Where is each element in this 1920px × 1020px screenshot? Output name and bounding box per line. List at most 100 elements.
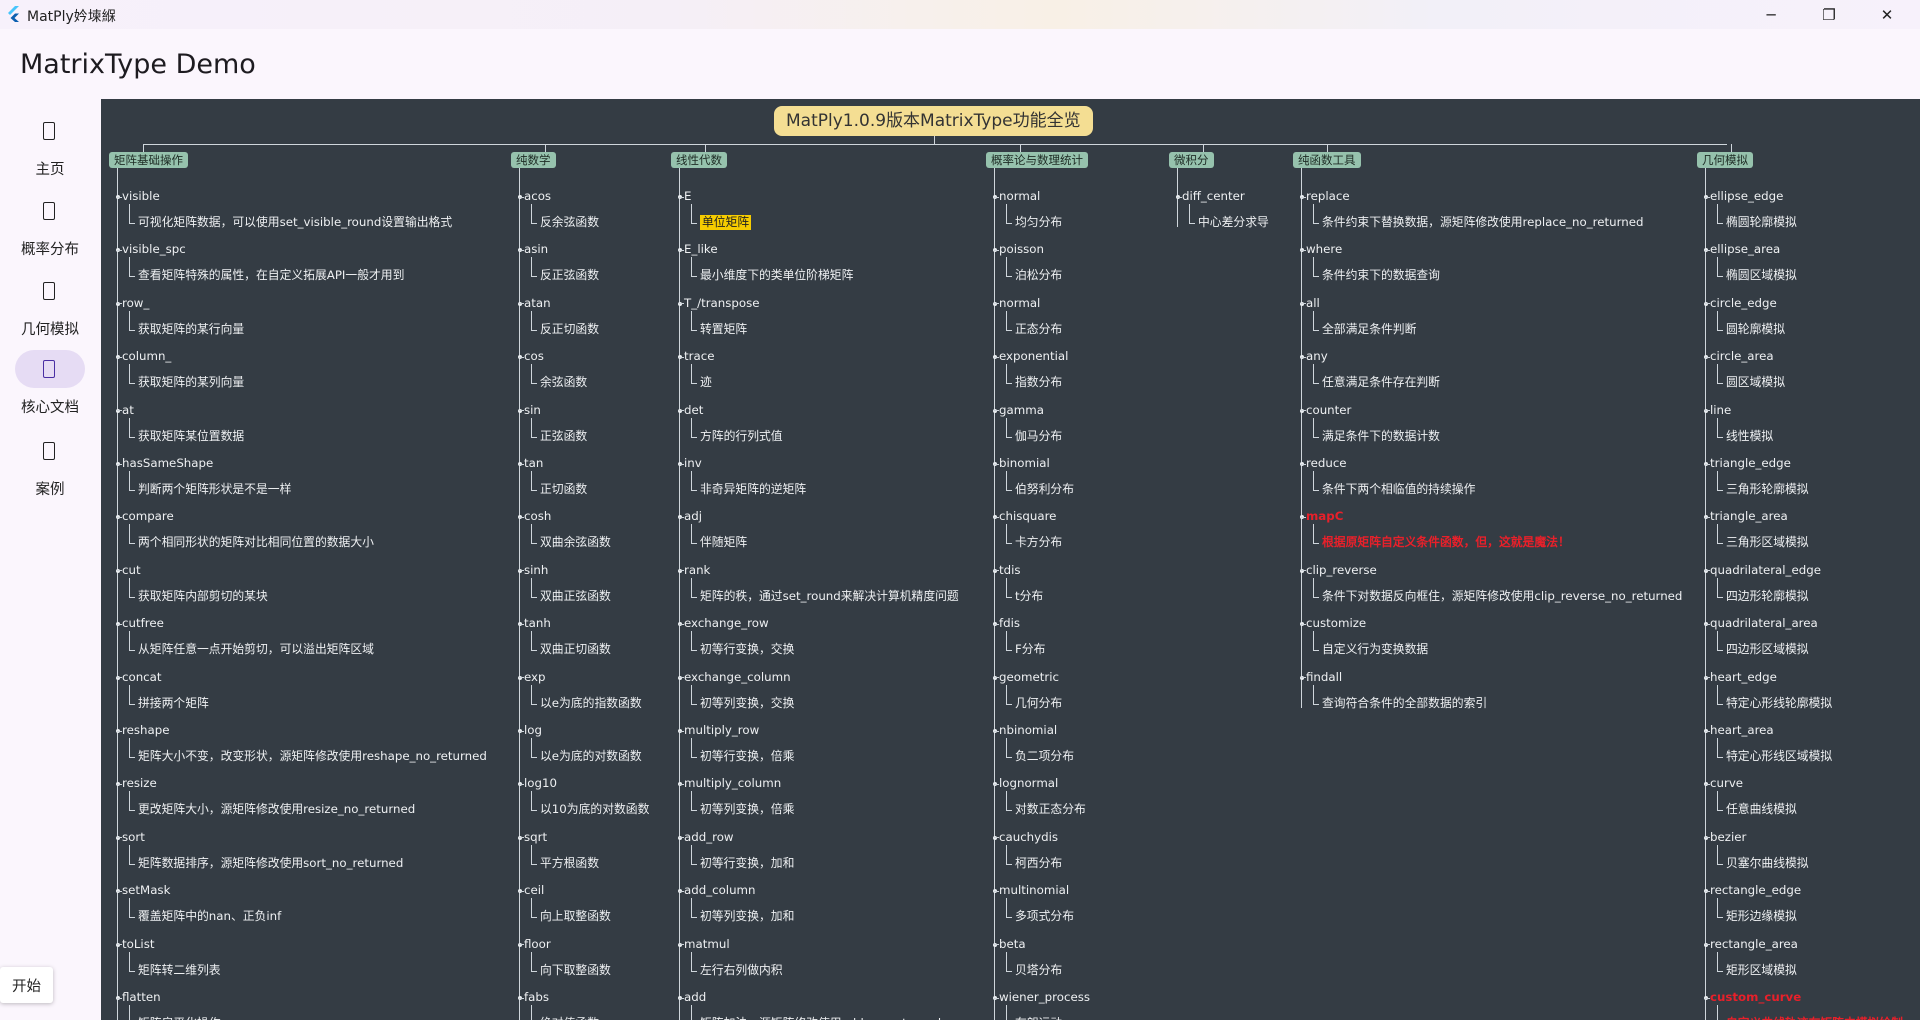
- function-node[interactable]: resize: [122, 776, 157, 791]
- function-node[interactable]: chisquare: [999, 509, 1056, 524]
- function-node[interactable]: custom_curve: [1710, 990, 1801, 1005]
- function-node[interactable]: heart_edge: [1710, 670, 1777, 685]
- minimize-icon[interactable]: ─: [1742, 0, 1800, 29]
- function-node[interactable]: cosh: [524, 509, 551, 524]
- nav-item-core-docs[interactable]: 核心文档: [0, 350, 100, 422]
- function-node[interactable]: acos: [524, 189, 551, 204]
- category-node[interactable]: 概率论与数理统计: [986, 152, 1088, 168]
- function-node[interactable]: ellipse_edge: [1710, 189, 1783, 204]
- function-node[interactable]: exchange_row: [684, 616, 769, 631]
- function-node[interactable]: tanh: [524, 616, 551, 631]
- function-node[interactable]: at: [122, 403, 134, 418]
- function-node[interactable]: inv: [684, 456, 702, 471]
- function-node[interactable]: hasSameShape: [122, 456, 213, 471]
- function-node[interactable]: cutfree: [122, 616, 164, 631]
- function-node[interactable]: ceil: [524, 883, 544, 898]
- function-node[interactable]: cut: [122, 563, 141, 578]
- function-node[interactable]: column_: [122, 349, 171, 364]
- function-node[interactable]: exp: [524, 670, 546, 685]
- function-node[interactable]: diff_center: [1182, 189, 1245, 204]
- restore-icon[interactable]: ❐: [1800, 0, 1858, 29]
- function-node[interactable]: findall: [1306, 670, 1342, 685]
- function-node[interactable]: log: [524, 723, 542, 738]
- function-node[interactable]: reshape: [122, 723, 169, 738]
- function-node[interactable]: asin: [524, 242, 548, 257]
- function-node[interactable]: triangle_area: [1710, 509, 1788, 524]
- function-node[interactable]: adj: [684, 509, 702, 524]
- function-node[interactable]: multiply_row: [684, 723, 759, 738]
- category-node[interactable]: 矩阵基础操作: [109, 152, 188, 168]
- function-node[interactable]: lognormal: [999, 776, 1058, 791]
- category-node[interactable]: 纯函数工具: [1293, 152, 1361, 168]
- mindmap-canvas[interactable]: MatPly1.0.9版本MatrixType功能全览 矩阵基础操作 visibl…: [101, 99, 1920, 1020]
- function-node[interactable]: triangle_edge: [1710, 456, 1791, 471]
- function-node[interactable]: fdis: [999, 616, 1020, 631]
- start-button[interactable]: 开始: [0, 967, 53, 1003]
- function-node[interactable]: E: [684, 189, 691, 204]
- category-node[interactable]: 纯数学: [511, 152, 556, 168]
- function-node[interactable]: sin: [524, 403, 541, 418]
- function-node[interactable]: visible: [122, 189, 160, 204]
- function-node[interactable]: binomial: [999, 456, 1050, 471]
- function-node[interactable]: log10: [524, 776, 557, 791]
- function-node[interactable]: multinomial: [999, 883, 1069, 898]
- function-node[interactable]: normal: [999, 296, 1040, 311]
- function-node[interactable]: circle_edge: [1710, 296, 1777, 311]
- function-node[interactable]: wiener_process: [999, 990, 1090, 1005]
- function-node[interactable]: heart_area: [1710, 723, 1774, 738]
- function-node[interactable]: flatten: [122, 990, 161, 1005]
- function-node[interactable]: cauchydis: [999, 830, 1058, 845]
- function-node[interactable]: where: [1306, 242, 1342, 257]
- category-node[interactable]: 几何模拟: [1697, 152, 1753, 168]
- function-node[interactable]: bezier: [1710, 830, 1746, 845]
- category-node[interactable]: 线性代数: [671, 152, 727, 168]
- function-node[interactable]: tdis: [999, 563, 1021, 578]
- function-node[interactable]: det: [684, 403, 703, 418]
- function-node[interactable]: beta: [999, 937, 1026, 952]
- function-node[interactable]: clip_reverse: [1306, 563, 1377, 578]
- function-node[interactable]: rectangle_edge: [1710, 883, 1801, 898]
- function-node[interactable]: nbinomial: [999, 723, 1057, 738]
- function-node[interactable]: any: [1306, 349, 1328, 364]
- function-node[interactable]: add_column: [684, 883, 756, 898]
- close-icon[interactable]: ✕: [1858, 0, 1916, 29]
- function-node[interactable]: row_: [122, 296, 149, 311]
- function-node[interactable]: add_row: [684, 830, 734, 845]
- function-node[interactable]: toList: [122, 937, 154, 952]
- function-node[interactable]: gamma: [999, 403, 1044, 418]
- nav-item-geometry[interactable]: 几何模拟: [0, 272, 100, 344]
- function-node[interactable]: counter: [1306, 403, 1351, 418]
- function-node[interactable]: sort: [122, 830, 145, 845]
- function-node[interactable]: trace: [684, 349, 714, 364]
- function-node[interactable]: compare: [122, 509, 174, 524]
- function-node[interactable]: fabs: [524, 990, 549, 1005]
- function-node[interactable]: poisson: [999, 242, 1044, 257]
- function-node[interactable]: sqrt: [524, 830, 547, 845]
- function-node[interactable]: E_like: [684, 242, 718, 257]
- function-node[interactable]: quadrilateral_edge: [1710, 563, 1821, 578]
- function-node[interactable]: visible_spc: [122, 242, 186, 257]
- function-node[interactable]: quadrilateral_area: [1710, 616, 1818, 631]
- function-node[interactable]: floor: [524, 937, 551, 952]
- function-node[interactable]: multiply_column: [684, 776, 781, 791]
- function-node[interactable]: all: [1306, 296, 1320, 311]
- nav-item-examples[interactable]: 案例: [0, 432, 100, 504]
- function-node[interactable]: tan: [524, 456, 543, 471]
- function-node[interactable]: mapC: [1306, 509, 1343, 524]
- nav-item-probability[interactable]: 概率分布: [0, 192, 100, 264]
- function-node[interactable]: circle_area: [1710, 349, 1774, 364]
- function-node[interactable]: line: [1710, 403, 1731, 418]
- function-node[interactable]: normal: [999, 189, 1040, 204]
- function-node[interactable]: rectangle_area: [1710, 937, 1798, 952]
- function-node[interactable]: setMask: [122, 883, 170, 898]
- function-node[interactable]: add: [684, 990, 706, 1005]
- function-node[interactable]: atan: [524, 296, 551, 311]
- function-node[interactable]: exponential: [999, 349, 1068, 364]
- function-node[interactable]: matmul: [684, 937, 730, 952]
- function-node[interactable]: T_/transpose: [684, 296, 760, 311]
- function-node[interactable]: sinh: [524, 563, 548, 578]
- function-node[interactable]: replace: [1306, 189, 1350, 204]
- function-node[interactable]: reduce: [1306, 456, 1347, 471]
- function-node[interactable]: curve: [1710, 776, 1743, 791]
- function-node[interactable]: concat: [122, 670, 162, 685]
